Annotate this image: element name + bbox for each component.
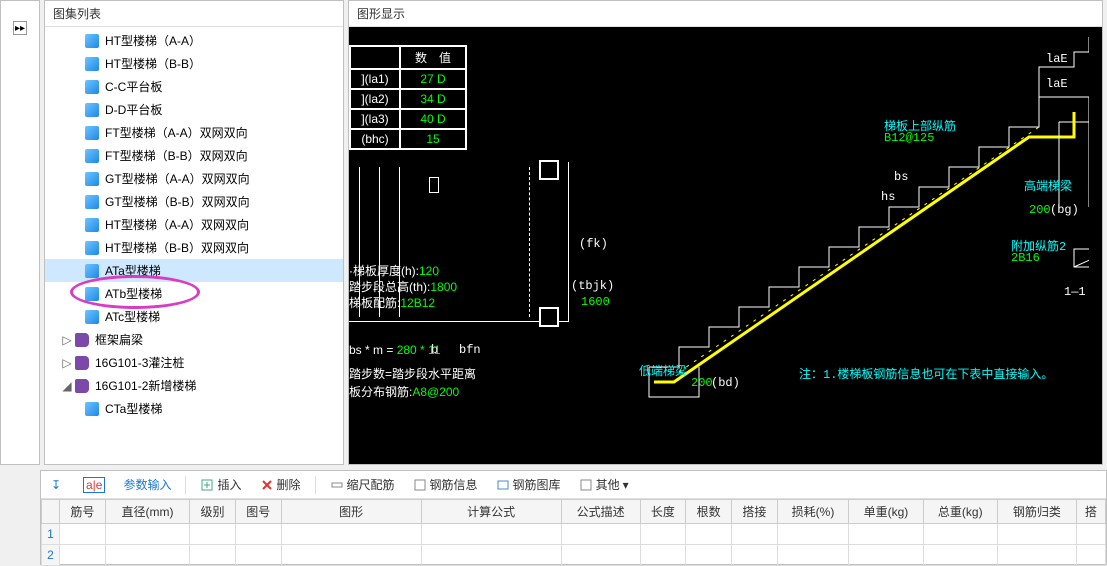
tree-item[interactable]: GT型楼梯（A-A）双网双向 xyxy=(45,167,343,190)
high-beam-label: 高端梯梁 xyxy=(1024,177,1072,194)
doc-icon xyxy=(85,287,99,301)
graphic-display-panel: 图形显示 数 值 ](la1)27 D ](la2)34 D ](la3)40 … xyxy=(348,0,1103,465)
scale-icon xyxy=(330,478,344,492)
cad-param-table: 数 值 ](la1)27 D ](la2)34 D ](la3)40 D (bh… xyxy=(349,45,467,150)
move-down-button[interactable]: ↧ xyxy=(47,476,69,494)
rebar-grid[interactable]: 筋号 直径(mm) 级别 图号 图形 计算公式 公式描述 长度 根数 搭接 损耗… xyxy=(41,499,1106,566)
delete-icon xyxy=(260,478,274,492)
tree-item[interactable]: D-D平台板 xyxy=(45,98,343,121)
delete-button[interactable]: 删除 xyxy=(256,474,305,495)
atlas-list-title: 图集列表 xyxy=(45,1,343,26)
ab-toggle-button[interactable]: a|e xyxy=(79,475,109,495)
fk-label: (fk) xyxy=(579,237,608,251)
tree-item-ata[interactable]: ATa型楼梯 xyxy=(45,259,343,282)
rebar-info-button[interactable]: 钢筋信息 xyxy=(409,474,482,495)
scale-button[interactable]: 缩尺配筋 xyxy=(326,474,399,495)
rebar-table-panel: ↧ a|e 参数输入 插入 删除 缩尺配筋 钢筋信息 钢筋图库 其他 ▾ 筋号 … xyxy=(40,470,1107,565)
section-label: 1—1 xyxy=(1064,285,1086,299)
doc-icon xyxy=(85,103,99,117)
tree-item[interactable]: HT型楼梯（B-B） xyxy=(45,52,343,75)
collapse-icon: ▷ xyxy=(61,356,73,370)
tree-item[interactable]: GT型楼梯（B-B）双网双向 xyxy=(45,190,343,213)
cad-viewport[interactable]: 数 值 ](la1)27 D ](la2)34 D ](la3)40 D (bh… xyxy=(349,26,1102,464)
tree-item[interactable]: HT型楼梯（A-A） xyxy=(45,29,343,52)
tree-item[interactable]: C-C平台板 xyxy=(45,75,343,98)
bfn-label: bfn xyxy=(459,343,481,357)
book-icon xyxy=(75,333,89,347)
rebar-lib-button[interactable]: 钢筋图库 xyxy=(492,474,565,495)
doc-icon xyxy=(85,402,99,416)
bs-label: bs xyxy=(894,170,908,184)
collapse-icon: ▷ xyxy=(61,333,73,347)
tree-item[interactable]: HT型楼梯（A-A）双网双向 xyxy=(45,213,343,236)
doc-icon xyxy=(85,80,99,94)
other-icon xyxy=(579,478,593,492)
expand-icon: ◢ xyxy=(61,379,73,393)
tree-item[interactable]: ATc型楼梯 xyxy=(45,305,343,328)
tree-item[interactable]: ATb型楼梯 xyxy=(45,282,343,305)
bd-label: (bd) xyxy=(711,376,740,390)
bg-value: 200 xyxy=(1029,203,1051,217)
atlas-list-panel: 图集列表 HT型楼梯（A-A） HT型楼梯（B-B） C-C平台板 D-D平台板… xyxy=(44,0,344,465)
doc-icon xyxy=(85,264,99,278)
bg-label: (bg) xyxy=(1050,203,1079,217)
expand-sidebar-button[interactable]: ▸▸ xyxy=(13,21,27,35)
param-input-button[interactable]: 参数输入 xyxy=(119,474,175,495)
tree-item[interactable]: FT型楼梯（B-B）双网双向 xyxy=(45,144,343,167)
down-arrow-icon: ↧ xyxy=(51,478,65,492)
doc-icon xyxy=(85,57,99,71)
book-icon xyxy=(75,379,89,393)
library-icon xyxy=(496,478,510,492)
doc-icon xyxy=(85,126,99,140)
hs-label: hs xyxy=(881,190,895,204)
tree-item[interactable]: HT型楼梯（B-B）双网双向 xyxy=(45,236,343,259)
left-sidebar: ▸▸ xyxy=(0,0,40,465)
top-rebar-value: B12@125 xyxy=(884,131,934,145)
grid-row[interactable]: 1 xyxy=(42,524,1106,545)
tree-item[interactable]: CTa型楼梯 xyxy=(45,397,343,420)
tree-item[interactable]: FT型楼梯（A-A）双网双向 xyxy=(45,121,343,144)
insert-icon xyxy=(200,478,214,492)
tree-group[interactable]: ▷16G101-3灌注桩 xyxy=(45,351,343,374)
add-rebar-value: 2B16 xyxy=(1011,251,1040,265)
doc-icon xyxy=(85,149,99,163)
stair-section-drawing xyxy=(619,27,1089,417)
doc-icon xyxy=(85,172,99,186)
tbjk-value: 1600 xyxy=(581,295,610,309)
grid-row[interactable]: 2 xyxy=(42,545,1106,566)
lae-label: laE xyxy=(1046,52,1068,66)
info-icon xyxy=(413,478,427,492)
doc-icon xyxy=(85,34,99,48)
tbjk-label: (tbjk) xyxy=(571,279,614,293)
low-beam-label: 低端梯梁 xyxy=(639,362,687,379)
ab-icon: a|e xyxy=(83,477,105,493)
doc-icon xyxy=(85,241,99,255)
insert-button[interactable]: 插入 xyxy=(196,474,245,495)
book-icon xyxy=(75,356,89,370)
doc-icon xyxy=(85,218,99,232)
atlas-tree: HT型楼梯（A-A） HT型楼梯（B-B） C-C平台板 D-D平台板 FT型楼… xyxy=(45,26,343,464)
doc-icon xyxy=(85,195,99,209)
doc-icon xyxy=(85,310,99,324)
other-button[interactable]: 其他 ▾ xyxy=(575,474,633,495)
tree-group[interactable]: ◢16G101-2新增楼梯 xyxy=(45,374,343,397)
tree-group[interactable]: ▷框架扁梁 xyxy=(45,328,343,351)
note-text: 注：1.楼梯板钢筋信息也可在下表中直接输入。 xyxy=(799,365,1053,382)
bd-value: 200 xyxy=(691,376,713,390)
rebar-toolbar: ↧ a|e 参数输入 插入 删除 缩尺配筋 钢筋信息 钢筋图库 其他 ▾ xyxy=(41,471,1106,499)
lae-label: laE xyxy=(1046,77,1068,91)
graphic-display-title: 图形显示 xyxy=(349,1,1102,26)
